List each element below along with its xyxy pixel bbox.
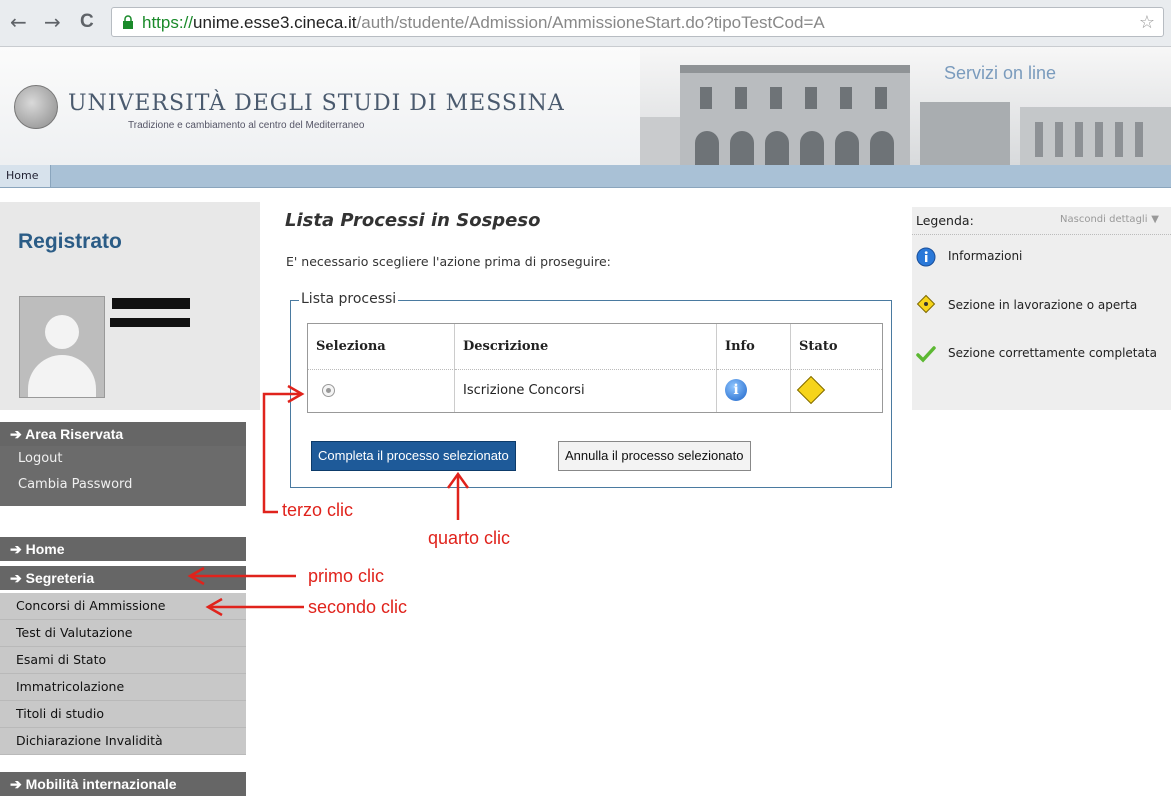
table-row-stato-cell xyxy=(791,370,882,412)
legend-panel: Legenda: Nascondi dettagli ▼ Informazion… xyxy=(912,207,1171,410)
legend-item-in-lavorazione: Sezione in lavorazione o aperta xyxy=(948,298,1138,312)
menu-item-titoli-studio[interactable]: Titoli di studio xyxy=(0,701,246,728)
back-arrow-icon[interactable]: ← xyxy=(10,12,27,32)
annotation-terzo-clic: terzo clic xyxy=(282,500,354,520)
legend-title: Legenda: xyxy=(916,213,974,228)
process-table: Seleziona Descrizione Info Stato Iscrizi… xyxy=(307,323,883,413)
menu-segreteria[interactable]: ➔ Segreteria xyxy=(0,566,246,590)
browser-toolbar: ← → C https://unime.esse3.cineca.it/auth… xyxy=(0,0,1171,47)
process-radio[interactable] xyxy=(322,384,335,397)
menu-item-cambia-password[interactable]: Cambia Password xyxy=(0,472,246,498)
triangle-down-icon: ▼ xyxy=(1151,214,1159,225)
servizi-online-label: Servizi on line xyxy=(944,63,1057,83)
fieldset-legend: Lista processi xyxy=(299,291,399,307)
column-header-info: Info xyxy=(717,324,791,370)
work-in-progress-icon xyxy=(796,375,826,405)
column-header-seleziona: Seleziona xyxy=(308,324,455,370)
menu-mobilita[interactable]: ➔ Mobilità internazionale xyxy=(0,772,246,796)
university-tagline: Tradizione e cambiamento al centro del M… xyxy=(128,120,365,131)
menu-item-concorsi[interactable]: Concorsi di Ammissione xyxy=(0,593,246,620)
column-header-stato: Stato xyxy=(791,324,882,370)
address-bar[interactable]: https://unime.esse3.cineca.it/auth/stude… xyxy=(111,7,1164,37)
annotation-quarto-clic: quarto clic xyxy=(428,528,511,548)
menu-item-dichiarazione-invalidita[interactable]: Dichiarazione Invalidità xyxy=(0,728,246,755)
menu-area-riservata[interactable]: ➔ Area Riservata xyxy=(0,422,246,446)
legend-item-completata: Sezione correttamente completata xyxy=(948,346,1157,360)
topnav-home-link[interactable]: Home xyxy=(0,165,52,187)
intro-text: E' necessario scegliere l'azione prima d… xyxy=(286,254,611,269)
url-text: https://unime.esse3.cineca.it/auth/stude… xyxy=(142,13,825,32)
lock-icon xyxy=(123,15,133,29)
reload-icon[interactable]: C xyxy=(80,12,94,32)
menu-item-immatricolazione[interactable]: Immatricolazione xyxy=(0,674,246,701)
menu-item-test-valutazione[interactable]: Test di Valutazione xyxy=(0,620,246,647)
forward-arrow-icon[interactable]: → xyxy=(44,12,61,32)
cancel-process-button[interactable]: Annulla il processo selezionato xyxy=(558,441,751,471)
redacted-name xyxy=(112,298,190,309)
annotation-secondo-clic: secondo clic xyxy=(308,597,408,617)
menu-item-esami-stato[interactable]: Esami di Stato xyxy=(0,647,246,674)
complete-process-button[interactable]: Completa il processo selezionato xyxy=(311,441,516,471)
profile-box: Registrato xyxy=(0,202,260,410)
page-title: Lista Processi in Sospeso xyxy=(285,210,541,231)
bookmark-star-icon[interactable]: ☆ xyxy=(1139,12,1155,33)
hide-details-link[interactable]: Nascondi dettagli ▼ xyxy=(1060,211,1159,225)
work-in-progress-icon xyxy=(916,294,936,314)
area-riservata-submenu: Logout Cambia Password xyxy=(0,446,246,506)
segreteria-submenu: Concorsi di Ammissione Test di Valutazio… xyxy=(0,593,246,755)
process-list-fieldset: Lista processi Seleziona Descrizione Inf… xyxy=(290,291,892,488)
avatar xyxy=(19,296,105,398)
legend-item-informazioni: Informazioni xyxy=(948,249,1023,263)
table-row-info-cell: i xyxy=(717,370,791,412)
university-name: UNIVERSITÀ DEGLI STUDI DI MESSINA xyxy=(68,91,565,116)
table-row-select-cell xyxy=(308,370,455,412)
table-row-descrizione: Iscrizione Concorsi xyxy=(455,370,717,412)
user-status-title: Registrato xyxy=(18,230,122,253)
checkmark-icon xyxy=(916,346,936,363)
university-building-image xyxy=(640,47,1171,165)
site-header: UNIVERSITÀ DEGLI STUDI DI MESSINA Tradiz… xyxy=(0,47,1171,165)
redacted-id xyxy=(110,318,190,327)
menu-home[interactable]: ➔ Home xyxy=(0,537,246,561)
column-header-descrizione: Descrizione xyxy=(455,324,717,370)
menu-item-logout[interactable]: Logout xyxy=(0,446,246,472)
university-seal-icon xyxy=(14,85,58,129)
info-icon xyxy=(916,247,936,267)
annotation-primo-clic: primo clic xyxy=(308,566,385,586)
top-navigation: Home xyxy=(0,165,1171,188)
left-sidebar: Registrato ➔ Area Riservata Logout Cambi… xyxy=(0,188,260,800)
info-icon[interactable]: i xyxy=(725,379,747,401)
